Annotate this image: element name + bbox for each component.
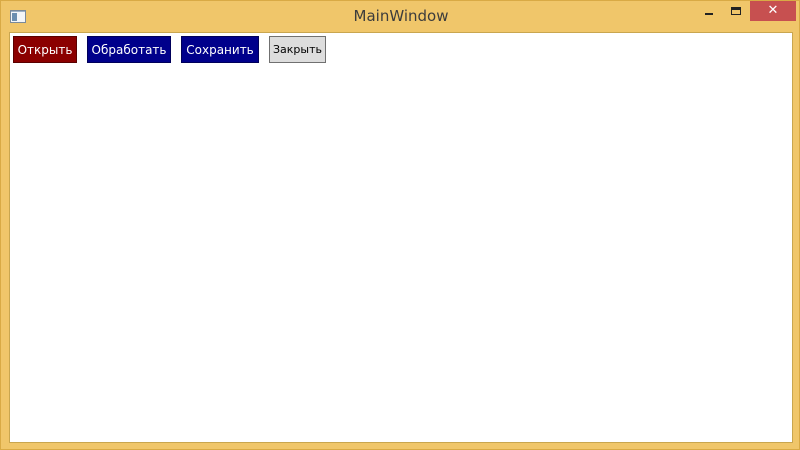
title-bar[interactable]: MainWindow ✕ — [1, 1, 799, 31]
window-close-button[interactable]: ✕ — [750, 1, 796, 21]
maximize-button[interactable] — [723, 1, 749, 21]
process-button[interactable]: Обработать — [87, 36, 171, 63]
save-button[interactable]: Сохранить — [181, 36, 259, 63]
minimize-button[interactable] — [697, 1, 721, 21]
client-area — [9, 32, 793, 443]
minimize-icon — [705, 13, 713, 15]
open-button[interactable]: Открыть — [13, 36, 77, 63]
main-window: MainWindow ✕ — [0, 0, 800, 450]
window-title: MainWindow — [353, 7, 449, 25]
maximize-icon — [731, 7, 741, 15]
close-icon: ✕ — [767, 3, 779, 18]
close-button[interactable]: Закрыть — [269, 36, 326, 63]
